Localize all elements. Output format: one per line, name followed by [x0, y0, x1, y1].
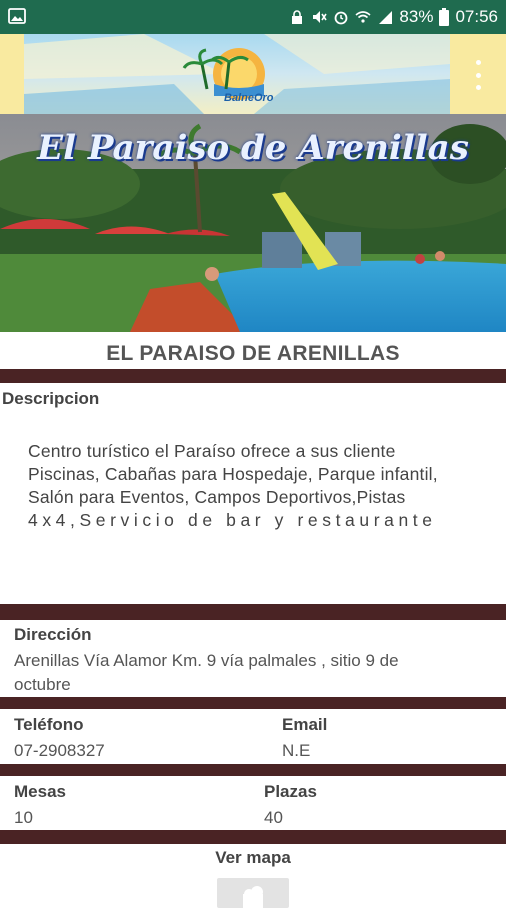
wifi-icon	[355, 11, 371, 23]
menu-dot	[475, 72, 481, 78]
description-line: 4x4,Servicio de bar y restaurante	[28, 510, 437, 530]
email-label: Email	[282, 715, 328, 734]
address-value-line2: octubre	[14, 675, 71, 694]
divider	[0, 830, 506, 844]
menu-dot	[475, 60, 481, 65]
signal-icon	[379, 11, 393, 24]
tables-value: 10	[14, 808, 33, 827]
address-label: Dirección	[14, 625, 92, 644]
description-text: Centro turístico el Paraíso ofrece a sus…	[28, 440, 488, 532]
phone-label: Teléfono	[14, 715, 84, 734]
alarm-icon	[335, 11, 348, 25]
hero-overlay-title: El Paraiso de Arenillas	[37, 128, 469, 168]
email-value: N.E	[282, 741, 311, 760]
logo-text: BalneOro	[224, 92, 274, 104]
clock: 07:56	[455, 7, 498, 26]
description-line: Centro turístico el Paraíso ofrece a sus…	[28, 441, 396, 461]
description-line: Piscinas, Cabañas para Hospedaje, Parque…	[28, 464, 438, 484]
address-value-line1: Arenillas Vía Alamor Km. 9 vía palmales …	[14, 651, 399, 670]
hero-image: El Paraiso de Arenillas	[0, 114, 506, 332]
overflow-menu-button[interactable]	[474, 60, 482, 90]
image-notification-icon	[8, 8, 26, 24]
page-title: EL PARAISO DE ARENILLAS	[106, 342, 400, 365]
app-header: BalneOro	[0, 34, 506, 114]
lock-icon	[292, 10, 303, 24]
menu-dot	[475, 85, 481, 90]
view-map-label: Ver mapa	[215, 848, 291, 867]
divider	[0, 369, 506, 383]
divider	[0, 604, 506, 620]
status-bar: 83% 07:56	[0, 0, 506, 34]
divider	[0, 697, 506, 709]
battery-percent: 83%	[399, 7, 434, 26]
map-thumbnail-button[interactable]	[217, 878, 289, 908]
description-label: Descripcion	[2, 389, 100, 408]
seats-value: 40	[264, 808, 283, 827]
seats-label: Plazas	[264, 782, 317, 801]
divider	[0, 764, 506, 776]
battery-icon	[439, 8, 450, 26]
map-marker-icon	[243, 886, 263, 908]
description-line: Salón para Eventos, Campos Deportivos,Pi…	[28, 487, 406, 507]
phone-value[interactable]: 07-2908327	[14, 739, 105, 763]
mute-icon	[313, 11, 328, 23]
tables-label: Mesas	[14, 782, 66, 801]
logo-banner: BalneOro	[24, 34, 450, 114]
